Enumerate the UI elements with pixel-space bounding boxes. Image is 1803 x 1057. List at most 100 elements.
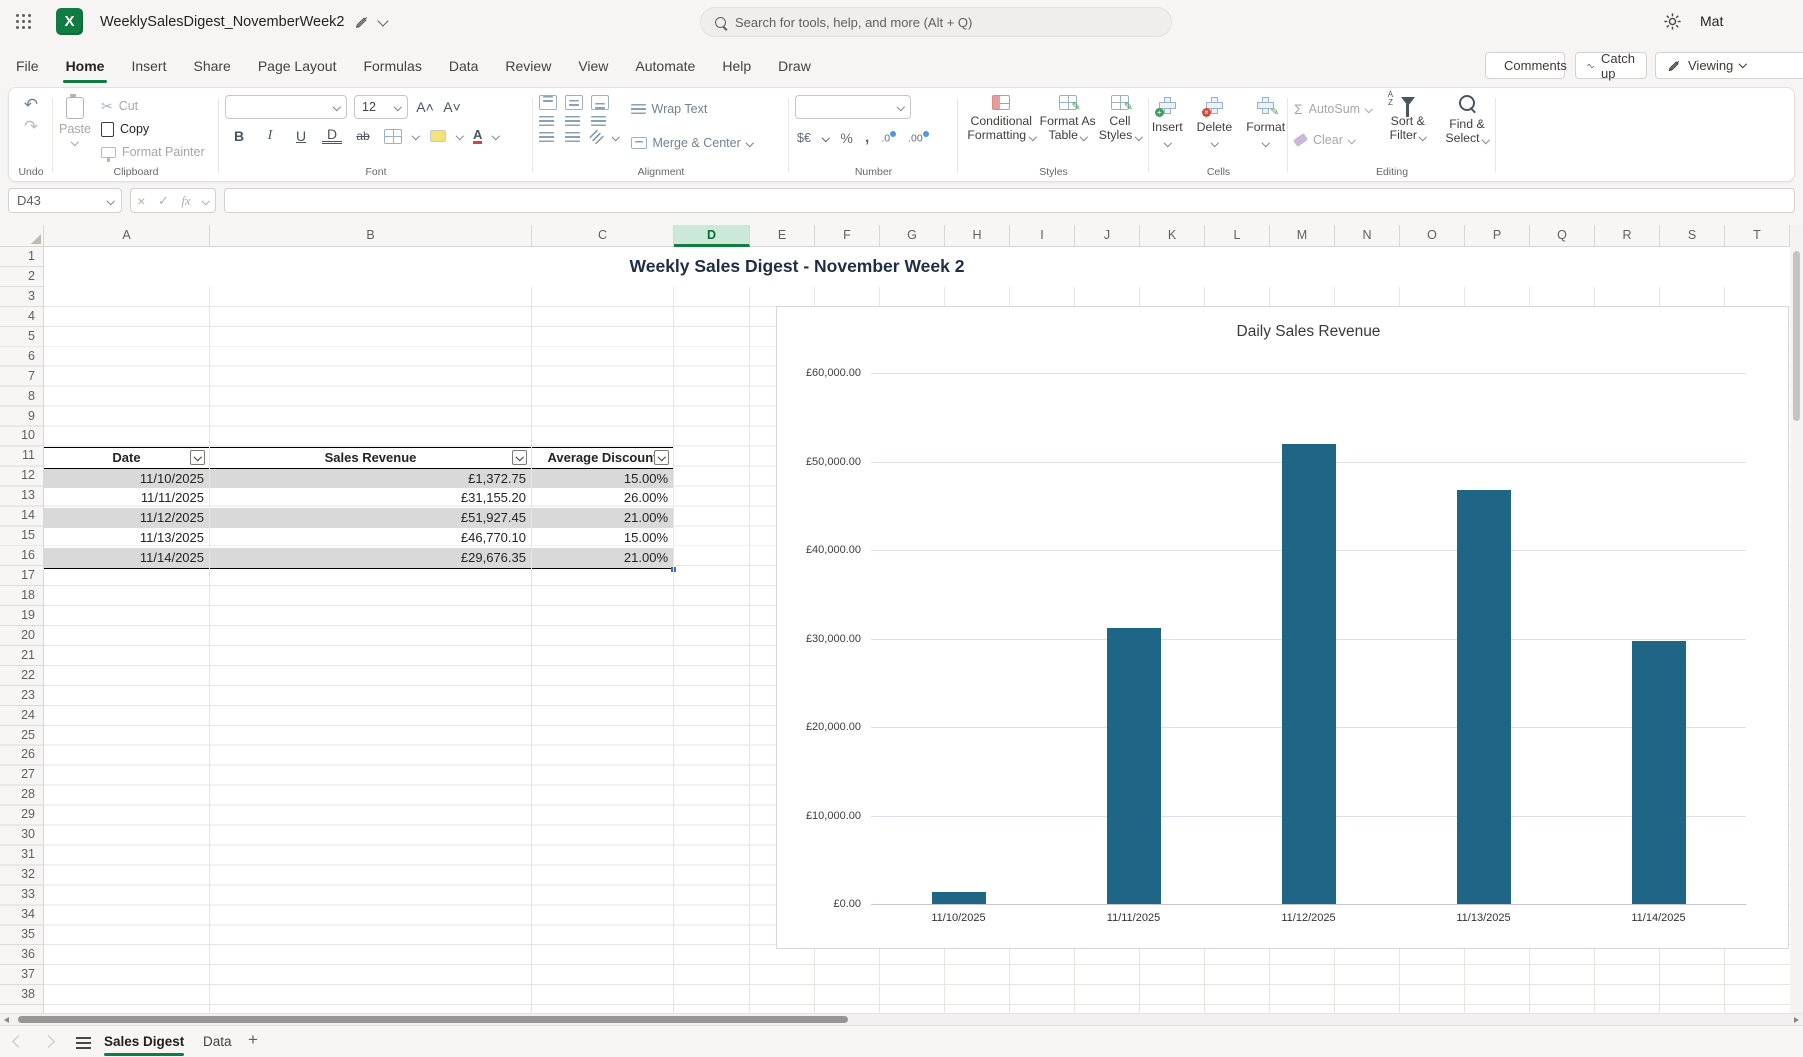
cut-button[interactable]: ✂ Cut xyxy=(101,95,205,117)
row-header-28[interactable]: 28 xyxy=(0,785,43,805)
table-cell[interactable]: 21.00% xyxy=(532,548,674,568)
table-cell[interactable]: 15.00% xyxy=(532,528,674,548)
row-header-5[interactable]: 5 xyxy=(0,327,43,347)
tab-page-layout[interactable]: Page Layout xyxy=(258,44,337,87)
tab-view[interactable]: View xyxy=(578,44,608,87)
align-top-icon[interactable] xyxy=(539,95,557,110)
row-header-6[interactable]: 6 xyxy=(0,347,43,367)
merge-center-button[interactable]: Merge & Center xyxy=(631,132,753,154)
new-sheet-button[interactable]: + xyxy=(248,1030,258,1050)
insert-function-icon[interactable]: fx xyxy=(181,193,190,209)
all-sheets-icon[interactable] xyxy=(76,1037,91,1039)
column-header-D[interactable]: D xyxy=(674,225,750,247)
row-header-30[interactable]: 30 xyxy=(0,825,43,845)
accounting-format-icon[interactable]: $€ xyxy=(797,131,811,145)
horizontal-scroll-thumb[interactable] xyxy=(18,1016,848,1023)
row-header-26[interactable]: 26 xyxy=(0,745,43,765)
tab-share[interactable]: Share xyxy=(193,44,230,87)
table-column-header[interactable]: Average Discount xyxy=(532,448,674,468)
underline-button[interactable]: U xyxy=(291,128,311,144)
row-header-20[interactable]: 20 xyxy=(0,626,43,646)
column-header-I[interactable]: I xyxy=(1010,225,1075,247)
row-header-8[interactable]: 8 xyxy=(0,387,43,407)
column-header-R[interactable]: R xyxy=(1595,225,1660,247)
table-column-header[interactable]: Sales Revenue xyxy=(210,448,532,468)
align-center-icon[interactable] xyxy=(565,116,580,126)
borders-icon[interactable] xyxy=(384,129,402,144)
column-header-J[interactable]: J xyxy=(1075,225,1140,247)
tab-insert[interactable]: Insert xyxy=(131,44,166,87)
row-header-7[interactable]: 7 xyxy=(0,367,43,387)
font-color-icon[interactable]: A xyxy=(473,128,482,144)
row-header-3[interactable]: 3 xyxy=(0,287,43,307)
column-header-S[interactable]: S xyxy=(1660,225,1725,247)
next-sheet-icon[interactable] xyxy=(42,1035,55,1048)
table-cell[interactable]: 26.00% xyxy=(532,488,674,508)
tab-automate[interactable]: Automate xyxy=(635,44,695,87)
clear-button[interactable]: Clear xyxy=(1294,129,1372,151)
sheet-tab-data[interactable]: Data xyxy=(203,1026,232,1057)
table-cell[interactable]: 11/14/2025 xyxy=(44,548,210,568)
sort-filter-button[interactable]: AZ Sort & Filter xyxy=(1386,95,1430,142)
align-left-icon[interactable] xyxy=(539,116,554,126)
formula-input[interactable] xyxy=(224,188,1795,213)
format-cells-button[interactable]: ✎ Format xyxy=(1246,97,1285,146)
decrease-indent-icon[interactable] xyxy=(539,132,554,142)
table-cell[interactable]: £29,676.35 xyxy=(210,548,532,568)
row-header-33[interactable]: 33 xyxy=(0,885,43,905)
increase-indent-icon[interactable] xyxy=(565,132,580,142)
row-header-13[interactable]: 13 xyxy=(0,486,43,506)
tab-draw[interactable]: Draw xyxy=(778,44,811,87)
column-header-O[interactable]: O xyxy=(1400,225,1465,247)
table-cell[interactable]: 21.00% xyxy=(532,508,674,528)
table-cell[interactable]: £1,372.75 xyxy=(210,469,532,489)
tab-review[interactable]: Review xyxy=(505,44,551,87)
table-cell[interactable]: 11/12/2025 xyxy=(44,508,210,528)
column-header-M[interactable]: M xyxy=(1270,225,1335,247)
align-right-icon[interactable] xyxy=(591,116,606,126)
bold-button[interactable]: B xyxy=(229,128,249,144)
tab-home[interactable]: Home xyxy=(66,44,105,87)
table-cell[interactable]: 15.00% xyxy=(532,469,674,489)
tab-data[interactable]: Data xyxy=(449,44,479,87)
wrap-text-button[interactable]: Wrap Text xyxy=(631,98,753,120)
table-cell[interactable]: 11/11/2025 xyxy=(44,488,210,508)
column-header-N[interactable]: N xyxy=(1335,225,1400,247)
increase-font-size-icon[interactable]: A˄ xyxy=(415,99,435,115)
settings-gear-icon[interactable] xyxy=(1663,12,1682,31)
table-column-header[interactable]: Date xyxy=(44,448,210,468)
row-header-14[interactable]: 14 xyxy=(0,506,43,526)
vertical-scroll-thumb[interactable] xyxy=(1793,251,1800,421)
user-name[interactable]: Mat xyxy=(1700,13,1723,29)
row-header-4[interactable]: 4 xyxy=(0,307,43,327)
increase-decimal-icon[interactable]: .0 xyxy=(881,131,896,145)
decrease-font-size-icon[interactable]: A˅ xyxy=(442,99,462,115)
row-header-32[interactable]: 32 xyxy=(0,865,43,885)
row-header-27[interactable]: 27 xyxy=(0,765,43,785)
row-header-19[interactable]: 19 xyxy=(0,606,43,626)
tab-help[interactable]: Help xyxy=(722,44,751,87)
comma-style-icon[interactable]: , xyxy=(865,129,869,147)
table-cell[interactable]: 11/10/2025 xyxy=(44,469,210,489)
column-header-B[interactable]: B xyxy=(210,225,532,247)
excel-logo[interactable]: X xyxy=(56,8,83,35)
row-header-1[interactable]: 1 xyxy=(0,247,43,267)
vertical-scrollbar[interactable] xyxy=(1791,225,1803,1013)
row-header-34[interactable]: 34 xyxy=(0,905,43,925)
row-header-24[interactable]: 24 xyxy=(0,706,43,726)
italic-button[interactable]: I xyxy=(260,128,280,144)
row-header-18[interactable]: 18 xyxy=(0,586,43,606)
column-header-A[interactable]: A xyxy=(44,225,210,247)
conditional-formatting-button[interactable]: Conditional Formatting xyxy=(964,95,1038,142)
row-header-35[interactable]: 35 xyxy=(0,925,43,945)
fill-color-icon[interactable] xyxy=(430,130,446,142)
align-middle-icon[interactable] xyxy=(565,95,583,110)
filter-button[interactable] xyxy=(654,450,669,465)
copy-button[interactable]: Copy xyxy=(101,118,205,140)
filter-button[interactable] xyxy=(190,450,205,465)
comments-button[interactable]: Comments xyxy=(1485,52,1565,79)
cell-styles-button[interactable]: ✎ Cell Styles xyxy=(1097,95,1143,142)
catch-up-button[interactable]: Catch up xyxy=(1575,52,1647,79)
font-name-select[interactable] xyxy=(225,95,347,119)
redo-button[interactable]: ↷ xyxy=(24,117,38,137)
